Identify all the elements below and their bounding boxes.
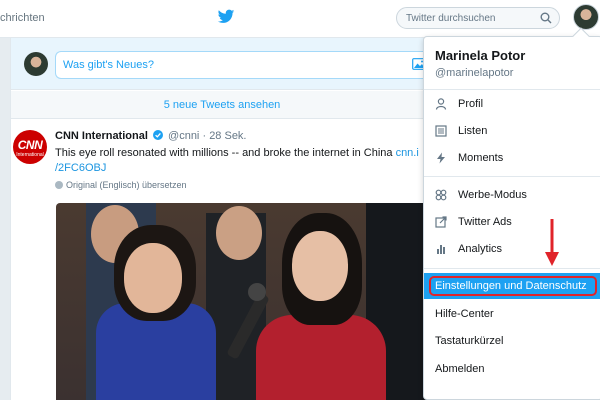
menu-item-einstellungen-und-datenschutz[interactable]: Einstellungen und Datenschutz [424,273,600,299]
search-input[interactable] [397,8,537,28]
tweet-photo[interactable] [56,203,433,400]
menu-item-werbe-modus[interactable]: Werbe-Modus [424,182,600,208]
cnn-international-avatar[interactable]: CNN International [13,130,47,164]
menu-item-label: Profil [458,98,484,110]
timeline: 5 neue Tweets ansehen CNN International … [10,38,433,400]
top-navigation-bar: chrichten [0,0,600,38]
photo-microphone-head [248,283,266,301]
tweet-header-separator: · [202,130,207,142]
menu-item-label: Einstellungen und Datenschutz [435,280,587,292]
search-icon[interactable] [540,12,552,24]
menu-item-label: Hilfe-Center [435,308,494,320]
compose-input[interactable] [55,51,433,79]
menu-item-abmelden[interactable]: Abmelden [424,356,600,382]
external-link-icon [435,216,447,228]
tweet-text-body: This eye roll resonated with millions --… [55,147,393,159]
photo-woman-red-face [292,231,348,301]
menu-user-name[interactable]: Marinela Potor [435,48,525,63]
ads-mode-icon [435,189,447,201]
menu-user-handle[interactable]: @marinelapotor [435,67,513,79]
menu-item-label: Analytics [458,243,503,255]
menu-item-label: Moments [458,152,504,164]
new-tweets-bar[interactable]: 5 neue Tweets ansehen [11,91,433,119]
tweet-text: This eye roll resonated with millions --… [55,146,433,176]
tweet-author-name[interactable]: CNN International [55,130,148,142]
menu-item-label: Werbe-Modus [458,189,527,201]
menu-item-label: Tastaturkürzel [435,335,504,347]
person-icon [435,98,447,110]
photo-woman-red-body [256,315,386,400]
list-icon [435,125,447,137]
lightning-icon [437,152,445,164]
tweet-header: CNN International @cnni · 28 Sek. [55,130,247,142]
tweet-link-part-2[interactable]: /2FC6OBJ [55,162,106,174]
cnn-logo-mark: CNN [17,138,43,152]
bar-chart-icon [437,245,445,254]
tweet-author-handle[interactable]: @cnni [168,130,199,142]
search-box [396,7,560,29]
verified-badge-icon [152,130,163,140]
menu-item-label: Abmelden [435,363,485,375]
menu-item-analytics[interactable]: Analytics [424,236,600,262]
tweet-timestamp[interactable]: 28 Sek. [209,130,246,142]
menu-item-twitter-ads[interactable]: Twitter Ads [424,209,600,235]
translate-tweet-link[interactable]: Original (Englisch) übersetzen [55,180,187,190]
compose-avatar [24,52,48,76]
tweet[interactable]: CNN International CNN International @cnn… [11,120,433,400]
profile-avatar-button[interactable] [573,4,599,30]
menu-item-label: Twitter Ads [458,216,512,228]
photo-woman-blue-face [124,243,182,313]
menu-item-profil[interactable]: Profil [424,91,600,117]
translate-label: Original (Englisch) übersetzen [66,180,187,190]
twitter-bird-icon[interactable] [217,9,235,25]
menu-item-moments[interactable]: Moments [424,145,600,171]
menu-item-listen[interactable]: Listen [424,118,600,144]
menu-separator [424,268,600,269]
globe-icon [55,181,63,189]
compose-tweet-area [11,38,433,90]
menu-separator [424,176,600,177]
photo-bg-head [216,206,262,260]
nav-messages-link[interactable]: chrichten [0,12,45,24]
account-dropdown-menu: Marinela Potor @marinelapotor Profil Lis… [423,27,600,400]
annotation-arrow-icon [545,219,559,266]
tweet-link-part-1[interactable]: cnn.i [396,147,419,159]
menu-separator [424,89,600,90]
menu-item-tastaturkuerzel[interactable]: Tastaturkürzel [424,328,600,354]
cnn-logo-sub: International [16,152,44,158]
menu-item-label: Listen [458,125,488,137]
menu-item-hilfe-center[interactable]: Hilfe-Center [424,301,600,327]
